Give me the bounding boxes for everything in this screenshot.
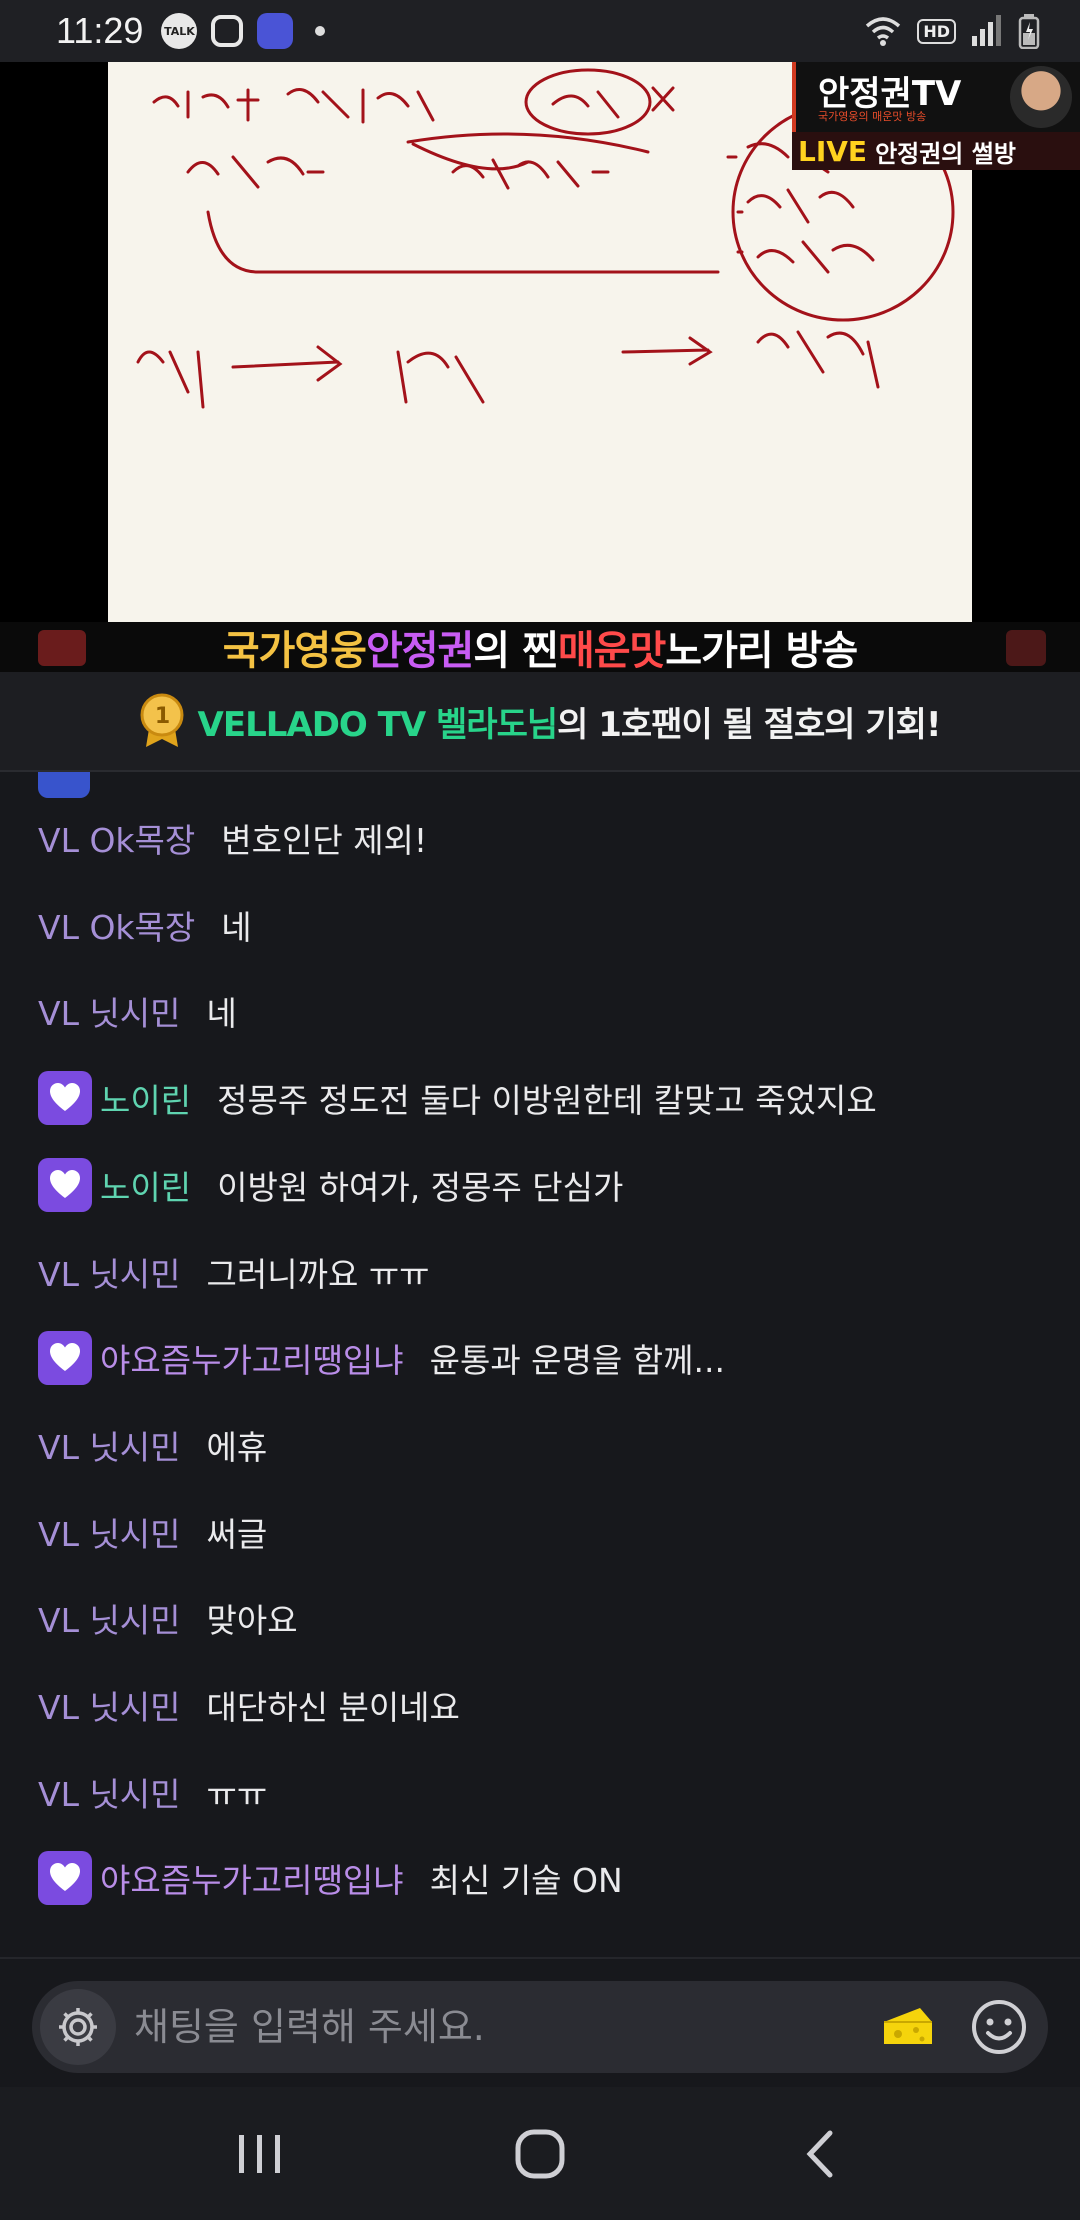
host-avatar xyxy=(1010,66,1072,128)
chat-text: 최신 기술 ON xyxy=(429,1861,623,1901)
recent-apps-icon xyxy=(239,2134,280,2173)
chat-text: 이방원 하여가, 정몽주 단심가 xyxy=(217,1167,624,1207)
chat-nickname[interactable]: VL 닛시민 xyxy=(38,987,181,1035)
chat-message: VL Ok목장 네 xyxy=(38,895,252,955)
chat-message-partial xyxy=(38,772,102,802)
app-notification-icon xyxy=(257,13,294,49)
back-button[interactable] xyxy=(780,2114,860,2194)
chat-text: 네 xyxy=(206,994,237,1034)
status-time: 11:29 xyxy=(56,10,144,51)
wifi-icon xyxy=(866,17,901,46)
chat-text: 그러니까요 ㅠㅠ xyxy=(206,1254,430,1294)
sword-badge-icon xyxy=(38,772,90,798)
cheese-donation-button[interactable] xyxy=(880,2002,936,2052)
chat-nickname[interactable]: 야요즘누가고리땡입냐 xyxy=(100,1854,404,1902)
promo-text: 의 1호팬이 될 절호의 기회! xyxy=(557,704,941,745)
emoji-button[interactable] xyxy=(970,1998,1028,2056)
chat-text: 정몽주 정도전 둘다 이방원한테 칼맞고 죽었지요 xyxy=(217,1081,877,1121)
chat-text: 네 xyxy=(221,907,252,947)
home-icon xyxy=(515,2129,565,2178)
chat-message: 노이린 이방원 하여가, 정몽주 단심가 xyxy=(38,1155,623,1215)
subscriber-heart-badge-icon xyxy=(38,1157,92,1212)
chat-message: VL 닛시민 써글 xyxy=(38,1502,267,1562)
caption-part1: 국가영웅 xyxy=(222,628,367,672)
promo-highlight: VELLADO TV 벨라도님 xyxy=(197,704,559,745)
chat-message: VL 닛시민 맞아요 xyxy=(38,1588,298,1648)
chat-nickname[interactable]: 노이린 xyxy=(100,1161,191,1209)
caption-part3: 의 찐 xyxy=(473,628,559,672)
caption-part2: 안정권 xyxy=(365,628,474,672)
live-video-player[interactable]: 안정권TV 국가영웅의 매운맛 방송 LIVE 안정권의 썰방 국가영웅 안정권… xyxy=(0,62,1080,672)
chat-nickname[interactable]: 야요즘누가고리땡입냐 xyxy=(100,1334,404,1382)
chat-message: VL 닛시민 그러니까요 ㅠㅠ xyxy=(38,1242,430,1302)
gear-icon xyxy=(59,2008,97,2046)
more-notifications-dot-icon xyxy=(315,26,326,36)
chat-text: 윤통과 운명을 함께... xyxy=(429,1341,725,1381)
chat-message: 노이린 정몽주 정도전 둘다 이방원한테 칼맞고 죽었지요 xyxy=(38,1068,877,1128)
medal-icon: 1 xyxy=(140,693,184,747)
chat-message: 야요즘누가고리땡입냐 윤통과 운명을 함께... xyxy=(38,1328,725,1388)
chat-input[interactable] xyxy=(116,2005,880,2049)
chat-message: 야요즘누가고리땡입냐 최신 기술 ON xyxy=(38,1848,623,1908)
signal-icon xyxy=(972,15,1001,46)
chat-text: 써글 xyxy=(206,1514,268,1554)
medal-number: 1 xyxy=(154,704,168,729)
live-title: 안정권의 썰방 xyxy=(875,139,1016,168)
chat-input-pill xyxy=(32,1981,1048,2073)
chat-nickname[interactable]: VL 닛시민 xyxy=(38,1768,181,1816)
caption-part5: 노가리 방송 xyxy=(665,628,858,672)
chat-settings-button[interactable] xyxy=(40,1989,116,2065)
chat-text: 에휴 xyxy=(206,1427,268,1467)
chat-message: VL Ok목장 변호인단 제외! xyxy=(38,808,427,868)
chat-nickname[interactable]: VL Ok목장 xyxy=(38,814,195,862)
chat-message: VL 닛시민 네 xyxy=(38,981,237,1041)
talk-icon-label: TALK xyxy=(164,24,195,38)
status-bar: 11:29 TALK HD xyxy=(0,0,1080,62)
logo-subtitle: 국가영웅의 매운맛 방송 xyxy=(818,110,927,123)
subscriber-heart-badge-icon xyxy=(38,1851,92,1906)
chat-nickname[interactable]: VL 닛시민 xyxy=(38,1594,181,1642)
chat-text: 맞아요 xyxy=(206,1601,298,1641)
chat-message: VL 닛시민 에휴 xyxy=(38,1415,267,1475)
chat-nickname[interactable]: VL 닛시민 xyxy=(38,1421,181,1469)
instagram-notification-icon xyxy=(211,15,244,47)
subscriber-heart-badge-icon xyxy=(38,1331,92,1386)
subscriber-heart-badge-icon xyxy=(38,1071,92,1126)
hd-voice-badge: HD xyxy=(917,18,956,44)
chat-nickname[interactable]: VL 닛시민 xyxy=(38,1681,181,1729)
back-icon xyxy=(806,2130,833,2177)
caption-emblem-left-icon xyxy=(38,630,86,666)
chat-nickname[interactable]: VL 닛시민 xyxy=(38,1248,181,1296)
chat-nickname[interactable]: VL Ok목장 xyxy=(38,901,195,949)
live-strip: LIVE 안정권의 썰방 xyxy=(792,132,1080,170)
stream-caption: 국가영웅 안정권 의 찐 매운맛 노가리 방송 xyxy=(0,622,1080,672)
status-right-icons: HD xyxy=(863,13,1040,49)
battery-icon xyxy=(1018,14,1040,49)
home-button[interactable] xyxy=(500,2114,580,2194)
chat-nickname[interactable]: VL 닛시민 xyxy=(38,1508,181,1556)
chat-message: VL 닛시민 ㅠㅠ xyxy=(38,1762,267,1822)
chat-list[interactable]: VL Ok목장 변호인단 제외! VL Ok목장 네 VL 닛시민 네 노이린 정몽주 정도전… xyxy=(0,772,1080,1957)
chat-message: VL 닛시민 대단하신 분이네요 xyxy=(38,1675,460,1735)
recent-apps-button[interactable] xyxy=(220,2114,300,2194)
chat-nickname[interactable]: 노이린 xyxy=(100,1074,191,1122)
android-nav-bar xyxy=(0,2087,1080,2220)
chat-text: 변호인단 제외! xyxy=(221,821,428,860)
promo-banner[interactable]: 1 VELLADO TV 벨라도님 의 1호팬이 될 절호의 기회! xyxy=(0,672,1080,772)
live-badge: LIVE xyxy=(798,134,868,168)
kakaotalk-notification-icon: TALK xyxy=(161,13,198,49)
caption-part4: 매운맛 xyxy=(557,628,666,672)
chat-text: ㅠㅠ xyxy=(206,1774,268,1814)
chat-input-area xyxy=(0,1957,1080,2087)
caption-emblem-right-icon xyxy=(1006,630,1046,666)
chat-text: 대단하신 분이네요 xyxy=(206,1688,460,1727)
